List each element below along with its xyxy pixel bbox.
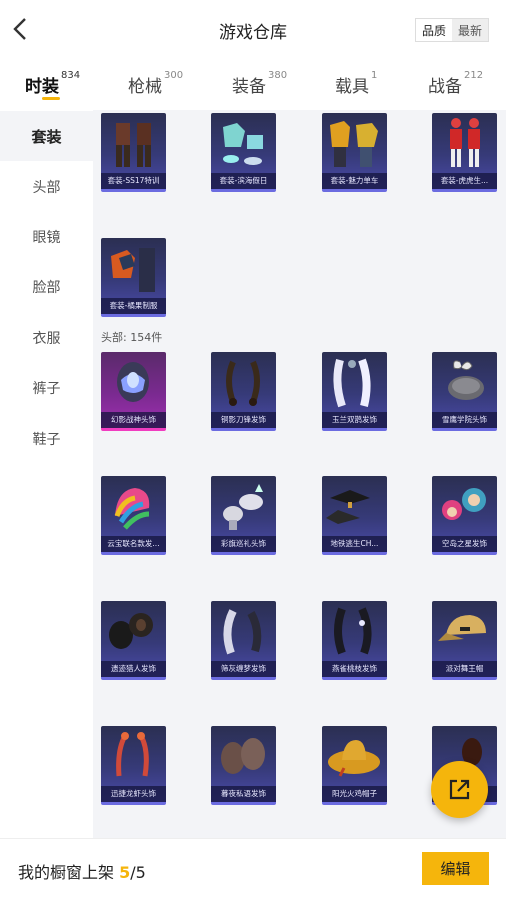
item-label: 暮夜私语发饰 xyxy=(211,786,276,802)
edit-button[interactable]: 编辑 xyxy=(422,852,489,885)
cowboy-hat-icon xyxy=(328,740,380,777)
hair-icon xyxy=(334,607,372,655)
item-card[interactable]: 雪鹰学院头饰 xyxy=(432,352,497,431)
cloud-hat-icon xyxy=(223,484,263,530)
item-label: 套装-SS17特训 xyxy=(101,173,166,189)
item-label: 派对舞王帽 xyxy=(432,661,497,677)
top-bar: 游戏仓库 品质 最新 xyxy=(0,0,506,60)
hair-icon xyxy=(442,488,486,520)
item-card[interactable]: 套装-SS17特训 xyxy=(101,113,166,192)
hair-icon xyxy=(221,738,265,774)
tab-fashion[interactable]: 时装834 xyxy=(25,70,80,97)
helmet-icon xyxy=(117,362,149,402)
hair-icon xyxy=(226,360,260,406)
item-card[interactable]: 筛灰缠梦发饰 xyxy=(211,601,276,680)
item-card[interactable]: 遗迹猎人发饰 xyxy=(101,601,166,680)
item-card[interactable]: 彩旗巡礼头饰 xyxy=(211,476,276,555)
item-card[interactable]: 玉兰双鹊发饰 xyxy=(322,352,387,431)
item-card[interactable]: 迅捷龙虾头饰 xyxy=(101,726,166,805)
hair-icon xyxy=(109,613,153,649)
showcase-text: 我的橱窗上架 xyxy=(18,863,115,882)
sidebar-item-shoes[interactable]: 鞋子 xyxy=(0,414,93,464)
tab-vehicles[interactable]: 载具1 xyxy=(335,70,377,97)
outfit-icon xyxy=(223,123,263,165)
item-label: 地铁逃生CH... xyxy=(322,536,387,552)
sort-toggle[interactable]: 品质 最新 xyxy=(415,18,489,42)
sidebar-item-glasses[interactable]: 眼镜 xyxy=(0,212,93,262)
item-card[interactable]: 派对舞王帽 xyxy=(432,601,497,680)
item-label: 套装-虎虎生... xyxy=(432,173,497,189)
sidebar-item-head[interactable]: 头部 xyxy=(0,162,93,212)
showcase-status: 我的橱窗上架 5/5 xyxy=(18,859,146,883)
outfit-icon xyxy=(330,121,378,167)
tab-guns[interactable]: 枪械300 xyxy=(128,70,183,97)
item-label: 幻影战神头饰 xyxy=(101,412,166,428)
sidebar-item-pants[interactable]: 裤子 xyxy=(0,363,93,413)
hair-icon xyxy=(223,609,262,655)
sidebar: 套装 头部 眼镜 脸部 衣服 裤子 鞋子 xyxy=(0,110,93,838)
item-card[interactable]: 暮夜私语发饰 xyxy=(211,726,276,805)
item-card[interactable]: 空岛之星发饰 xyxy=(432,476,497,555)
item-label: 筛灰缠梦发饰 xyxy=(211,661,276,677)
item-label: 云宝联名款发... xyxy=(101,536,166,552)
item-card[interactable]: 套装-滨海假日 xyxy=(211,113,276,192)
item-label: 彩旗巡礼头饰 xyxy=(211,536,276,552)
item-grid: 套装-SS17特训 套装-滨海假日 套装-魅力单车 套装-虎虎生... 套装-橘… xyxy=(93,110,506,838)
sidebar-item-suits[interactable]: 套装 xyxy=(0,111,93,161)
showcase-total: 5 xyxy=(135,863,146,882)
share-external-icon xyxy=(449,779,470,800)
sidebar-item-face[interactable]: 脸部 xyxy=(0,262,93,312)
item-label: 玉兰双鹊发饰 xyxy=(322,412,387,428)
item-label: 铜影刀锋发饰 xyxy=(211,412,276,428)
outfit-icon xyxy=(450,118,480,167)
item-label: 阳光火鸡帽子 xyxy=(322,786,387,802)
showcase-bar: 我的橱窗上架 5/5 编辑 xyxy=(0,838,506,897)
lobster-icon xyxy=(116,732,149,777)
active-tab-indicator xyxy=(42,97,60,100)
item-card[interactable]: 地铁逃生CH... xyxy=(322,476,387,555)
item-card[interactable]: 套装-橘果制服 xyxy=(101,238,166,317)
item-card[interactable]: 阳光火鸡帽子 xyxy=(322,726,387,805)
hair-icon xyxy=(114,488,150,530)
item-label: 空岛之星发饰 xyxy=(432,536,497,552)
item-card[interactable]: 幻影战神头饰 xyxy=(101,352,166,431)
sort-quality-button[interactable]: 品质 xyxy=(416,19,452,41)
item-label: 套装-魅力单车 xyxy=(322,173,387,189)
item-card[interactable]: 套装-魅力单车 xyxy=(322,113,387,192)
item-card[interactable]: 云宝联名款发... xyxy=(101,476,166,555)
item-label: 雪鹰学院头饰 xyxy=(432,412,497,428)
share-button[interactable] xyxy=(431,761,488,818)
tab-battle-prep[interactable]: 战备212 xyxy=(428,70,483,97)
item-label: 燕雀桃枝发饰 xyxy=(322,661,387,677)
sidebar-item-clothes[interactable]: 衣服 xyxy=(0,313,93,363)
tab-equipment[interactable]: 装备380 xyxy=(232,70,287,97)
sort-newest-button[interactable]: 最新 xyxy=(452,19,488,41)
item-label: 套装-滨海假日 xyxy=(211,173,276,189)
item-label: 迅捷龙虾头饰 xyxy=(101,786,166,802)
head-section-label: 头部: 154件 xyxy=(101,331,163,344)
cap-icon xyxy=(438,615,486,641)
outfit-icon xyxy=(111,248,155,292)
item-card[interactable]: 燕雀桃枝发饰 xyxy=(322,601,387,680)
item-card[interactable]: 铜影刀锋发饰 xyxy=(211,352,276,431)
item-card[interactable]: 套装-虎虎生... xyxy=(432,113,497,192)
item-label: 遗迹猎人发饰 xyxy=(101,661,166,677)
beret-icon xyxy=(448,360,484,400)
showcase-count: 5 xyxy=(119,863,131,882)
hair-icon xyxy=(333,358,371,408)
outfit-icon xyxy=(116,123,151,167)
item-label: 套装-橘果制服 xyxy=(101,298,166,314)
conical-hat-icon xyxy=(326,490,370,524)
category-tabs: 时装834 枪械300 装备380 载具1 战备212 xyxy=(0,60,506,110)
